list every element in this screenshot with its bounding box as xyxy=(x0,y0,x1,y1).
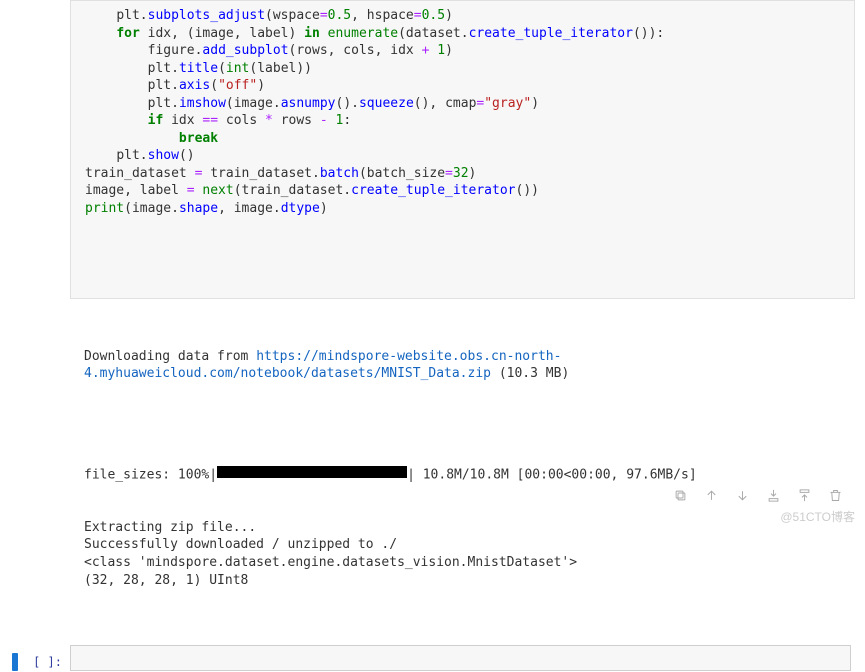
output-gutter xyxy=(0,307,70,635)
output-line-progress: file_sizes: 100%| | 10.8M/10.8M [00:00<00… xyxy=(84,466,847,484)
cell-toolbar xyxy=(673,488,843,503)
progress-label: file_sizes: 100%| xyxy=(84,467,217,482)
move-down-icon[interactable] xyxy=(735,488,750,503)
spacer xyxy=(84,418,847,431)
output-lines: Extracting zip file...Successfully downl… xyxy=(84,519,847,589)
move-up-icon[interactable] xyxy=(704,488,719,503)
cell-output: Downloading data from https://mindspore-… xyxy=(70,307,855,635)
progress-bar xyxy=(217,466,407,484)
progress-suffix: | 10.8M/10.8M [00:00<00:00, 97.6MB/s] xyxy=(407,467,697,482)
delete-icon[interactable] xyxy=(828,488,843,503)
duplicate-icon[interactable] xyxy=(673,488,688,503)
prompt-gutter xyxy=(0,0,70,299)
active-cell-indicator xyxy=(12,653,18,671)
watermark: @51CTO博客 xyxy=(780,509,855,525)
notebook: plt.subplots_adjust(wspace=0.5, hspace=0… xyxy=(0,0,865,672)
code-cell: plt.subplots_adjust(wspace=0.5, hspace=0… xyxy=(0,0,855,299)
download-prefix: Downloading data from xyxy=(84,349,256,364)
download-size: (10.3 MB) xyxy=(491,366,569,381)
output-cell: Downloading data from https://mindspore-… xyxy=(0,307,855,635)
insert-above-icon[interactable] xyxy=(766,488,781,503)
output-line-download: Downloading data from https://mindspore-… xyxy=(84,348,847,383)
new-cell-gutter[interactable]: [ ]: xyxy=(0,646,70,670)
insert-below-icon[interactable] xyxy=(797,488,812,503)
code-editor[interactable]: plt.subplots_adjust(wspace=0.5, hspace=0… xyxy=(70,0,855,299)
new-cell-input[interactable] xyxy=(70,645,851,671)
new-cell-prompt: [ ]: xyxy=(33,654,62,670)
progress-fill xyxy=(217,466,407,478)
new-cell-row: [ ]: xyxy=(0,644,855,672)
